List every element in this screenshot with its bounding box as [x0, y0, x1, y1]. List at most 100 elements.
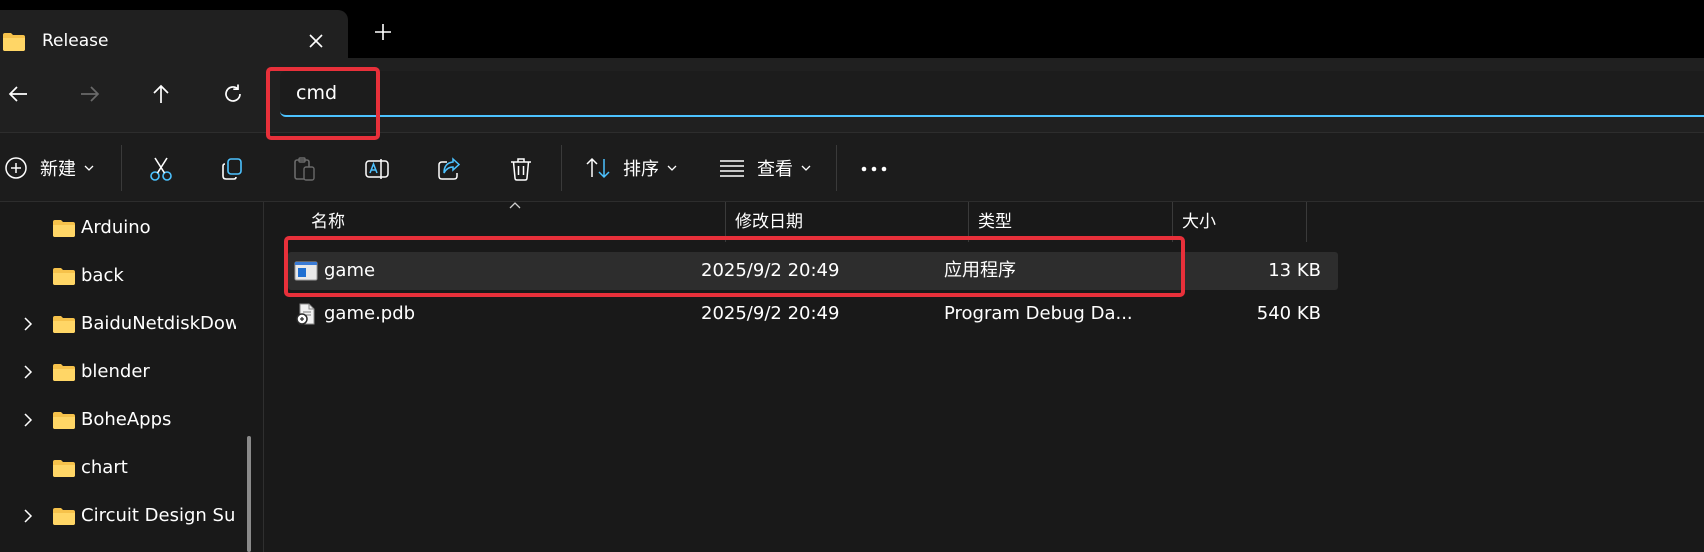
new-tab-button[interactable]: [372, 21, 394, 43]
sidebar-item-label: Arduino: [81, 217, 151, 238]
separator: [836, 145, 837, 191]
close-icon: [309, 34, 323, 48]
file-row-game-pdb[interactable]: game.pdb 2025/9/2 20:49 Program Debug Da…: [288, 295, 1338, 333]
address-input[interactable]: [296, 77, 1696, 109]
chevron-down-icon: [84, 164, 94, 172]
file-size: 13 KB: [1268, 260, 1321, 281]
column-header-date[interactable]: 修改日期: [725, 202, 968, 242]
column-header-size[interactable]: 大小: [1172, 202, 1306, 242]
view-button-label: 查看: [757, 159, 793, 180]
column-header-type[interactable]: 类型: [968, 202, 1172, 242]
folder-icon: [3, 33, 25, 51]
sidebar-item-blender[interactable]: blender: [0, 350, 262, 394]
new-button-label: 新建: [40, 159, 76, 180]
close-tab-button[interactable]: [305, 30, 327, 52]
sidebar-item-back[interactable]: back: [0, 254, 262, 298]
more-icon: [861, 166, 887, 172]
chevron-right-icon: [24, 413, 33, 427]
tab-release[interactable]: Release: [0, 10, 348, 58]
file-date: 2025/9/2 20:49: [701, 303, 840, 324]
cut-button[interactable]: [145, 153, 177, 185]
tab-title: Release: [42, 31, 109, 51]
folder-icon: [53, 364, 75, 381]
delete-icon: [511, 158, 531, 181]
sidebar-item-label: BoheApps: [81, 409, 172, 430]
sidebar-item-label: chart: [81, 457, 128, 478]
sidebar-item-label: blender: [81, 361, 150, 382]
sidebar-item-baidunetdisk[interactable]: BaiduNetdiskDow: [0, 302, 262, 346]
separator: [121, 145, 122, 191]
sort-button[interactable]: 排序: [585, 151, 677, 185]
folder-icon: [53, 460, 75, 477]
file-name: game.pdb: [324, 303, 416, 324]
paste-button[interactable]: [288, 153, 320, 185]
sidebar-item-label: BaiduNetdiskDow: [81, 313, 236, 334]
address-bar[interactable]: [280, 71, 1704, 117]
more-options-button[interactable]: [858, 153, 890, 185]
folder-icon: [53, 412, 75, 429]
column-header-label: 大小: [1182, 212, 1216, 232]
chevron-right-icon: [24, 365, 33, 379]
application-icon: [294, 261, 318, 281]
sidebar-item-boheapps[interactable]: BoheApps: [0, 398, 262, 442]
column-header-label: 修改日期: [735, 212, 803, 232]
expand-button[interactable]: [18, 410, 38, 430]
column-separator[interactable]: [1306, 202, 1307, 242]
chevron-right-icon: [24, 317, 33, 331]
sidebar-item-circuit-design[interactable]: Circuit Design Sui: [0, 494, 262, 538]
command-bar: 新建 排序 查看: [0, 132, 1704, 202]
column-header-label: 名称: [311, 212, 345, 232]
rename-icon: [365, 159, 389, 179]
file-size: 540 KB: [1256, 303, 1321, 324]
arrow-up-icon: [153, 84, 169, 103]
up-button[interactable]: [145, 78, 177, 110]
expand-button[interactable]: [18, 314, 38, 334]
file-row-game[interactable]: game 2025/9/2 20:49 应用程序 13 KB: [288, 252, 1338, 290]
chevron-right-icon: [24, 509, 33, 523]
arrow-left-icon: [8, 86, 27, 102]
folder-icon: [53, 220, 75, 237]
arrow-right-icon: [81, 86, 100, 102]
cut-icon: [150, 157, 172, 181]
rename-button[interactable]: [361, 153, 393, 185]
add-circle-icon: [5, 157, 27, 179]
plus-icon: [375, 24, 391, 40]
back-button[interactable]: [2, 78, 34, 110]
file-type: Program Debug Da...: [944, 303, 1133, 324]
file-list: 名称 修改日期 类型 大小 game 2025/9/2 20:49 应用程序 1…: [265, 202, 1704, 552]
file-name: game: [324, 260, 376, 281]
column-header-name[interactable]: 名称: [265, 202, 725, 242]
folder-icon: [53, 508, 75, 525]
copy-button[interactable]: [216, 153, 248, 185]
file-date: 2025/9/2 20:49: [701, 260, 840, 281]
sidebar-item-chart[interactable]: chart: [0, 446, 262, 490]
column-header-label: 类型: [978, 212, 1012, 232]
separator: [561, 145, 562, 191]
new-button[interactable]: 新建: [4, 151, 94, 185]
copy-icon: [222, 158, 242, 180]
share-icon: [438, 157, 461, 180]
sidebar-item-label: Circuit Design Sui: [81, 505, 236, 526]
navigation-pane: Arduino back BaiduNetdiskDow blender Boh…: [0, 202, 264, 552]
expand-button[interactable]: [18, 362, 38, 382]
sidebar-scrollbar[interactable]: [247, 436, 251, 552]
file-type: 应用程序: [944, 260, 1016, 281]
paste-icon: [294, 157, 315, 181]
chevron-down-icon: [667, 164, 677, 172]
sort-button-label: 排序: [623, 159, 659, 180]
pdb-file-icon: [296, 303, 315, 325]
sidebar-item-arduino[interactable]: Arduino: [0, 206, 262, 250]
refresh-icon: [225, 84, 241, 102]
delete-button[interactable]: [505, 153, 537, 185]
forward-button[interactable]: [74, 78, 106, 110]
sort-icon: [586, 157, 610, 179]
navigation-bar: [0, 58, 1704, 132]
share-button[interactable]: [433, 153, 465, 185]
view-button[interactable]: 查看: [719, 151, 811, 185]
refresh-button[interactable]: [217, 78, 249, 110]
expand-button[interactable]: [18, 506, 38, 526]
folder-icon: [53, 268, 75, 285]
folder-icon: [53, 316, 75, 333]
sidebar-item-label: back: [81, 265, 124, 286]
chevron-down-icon: [801, 164, 811, 172]
